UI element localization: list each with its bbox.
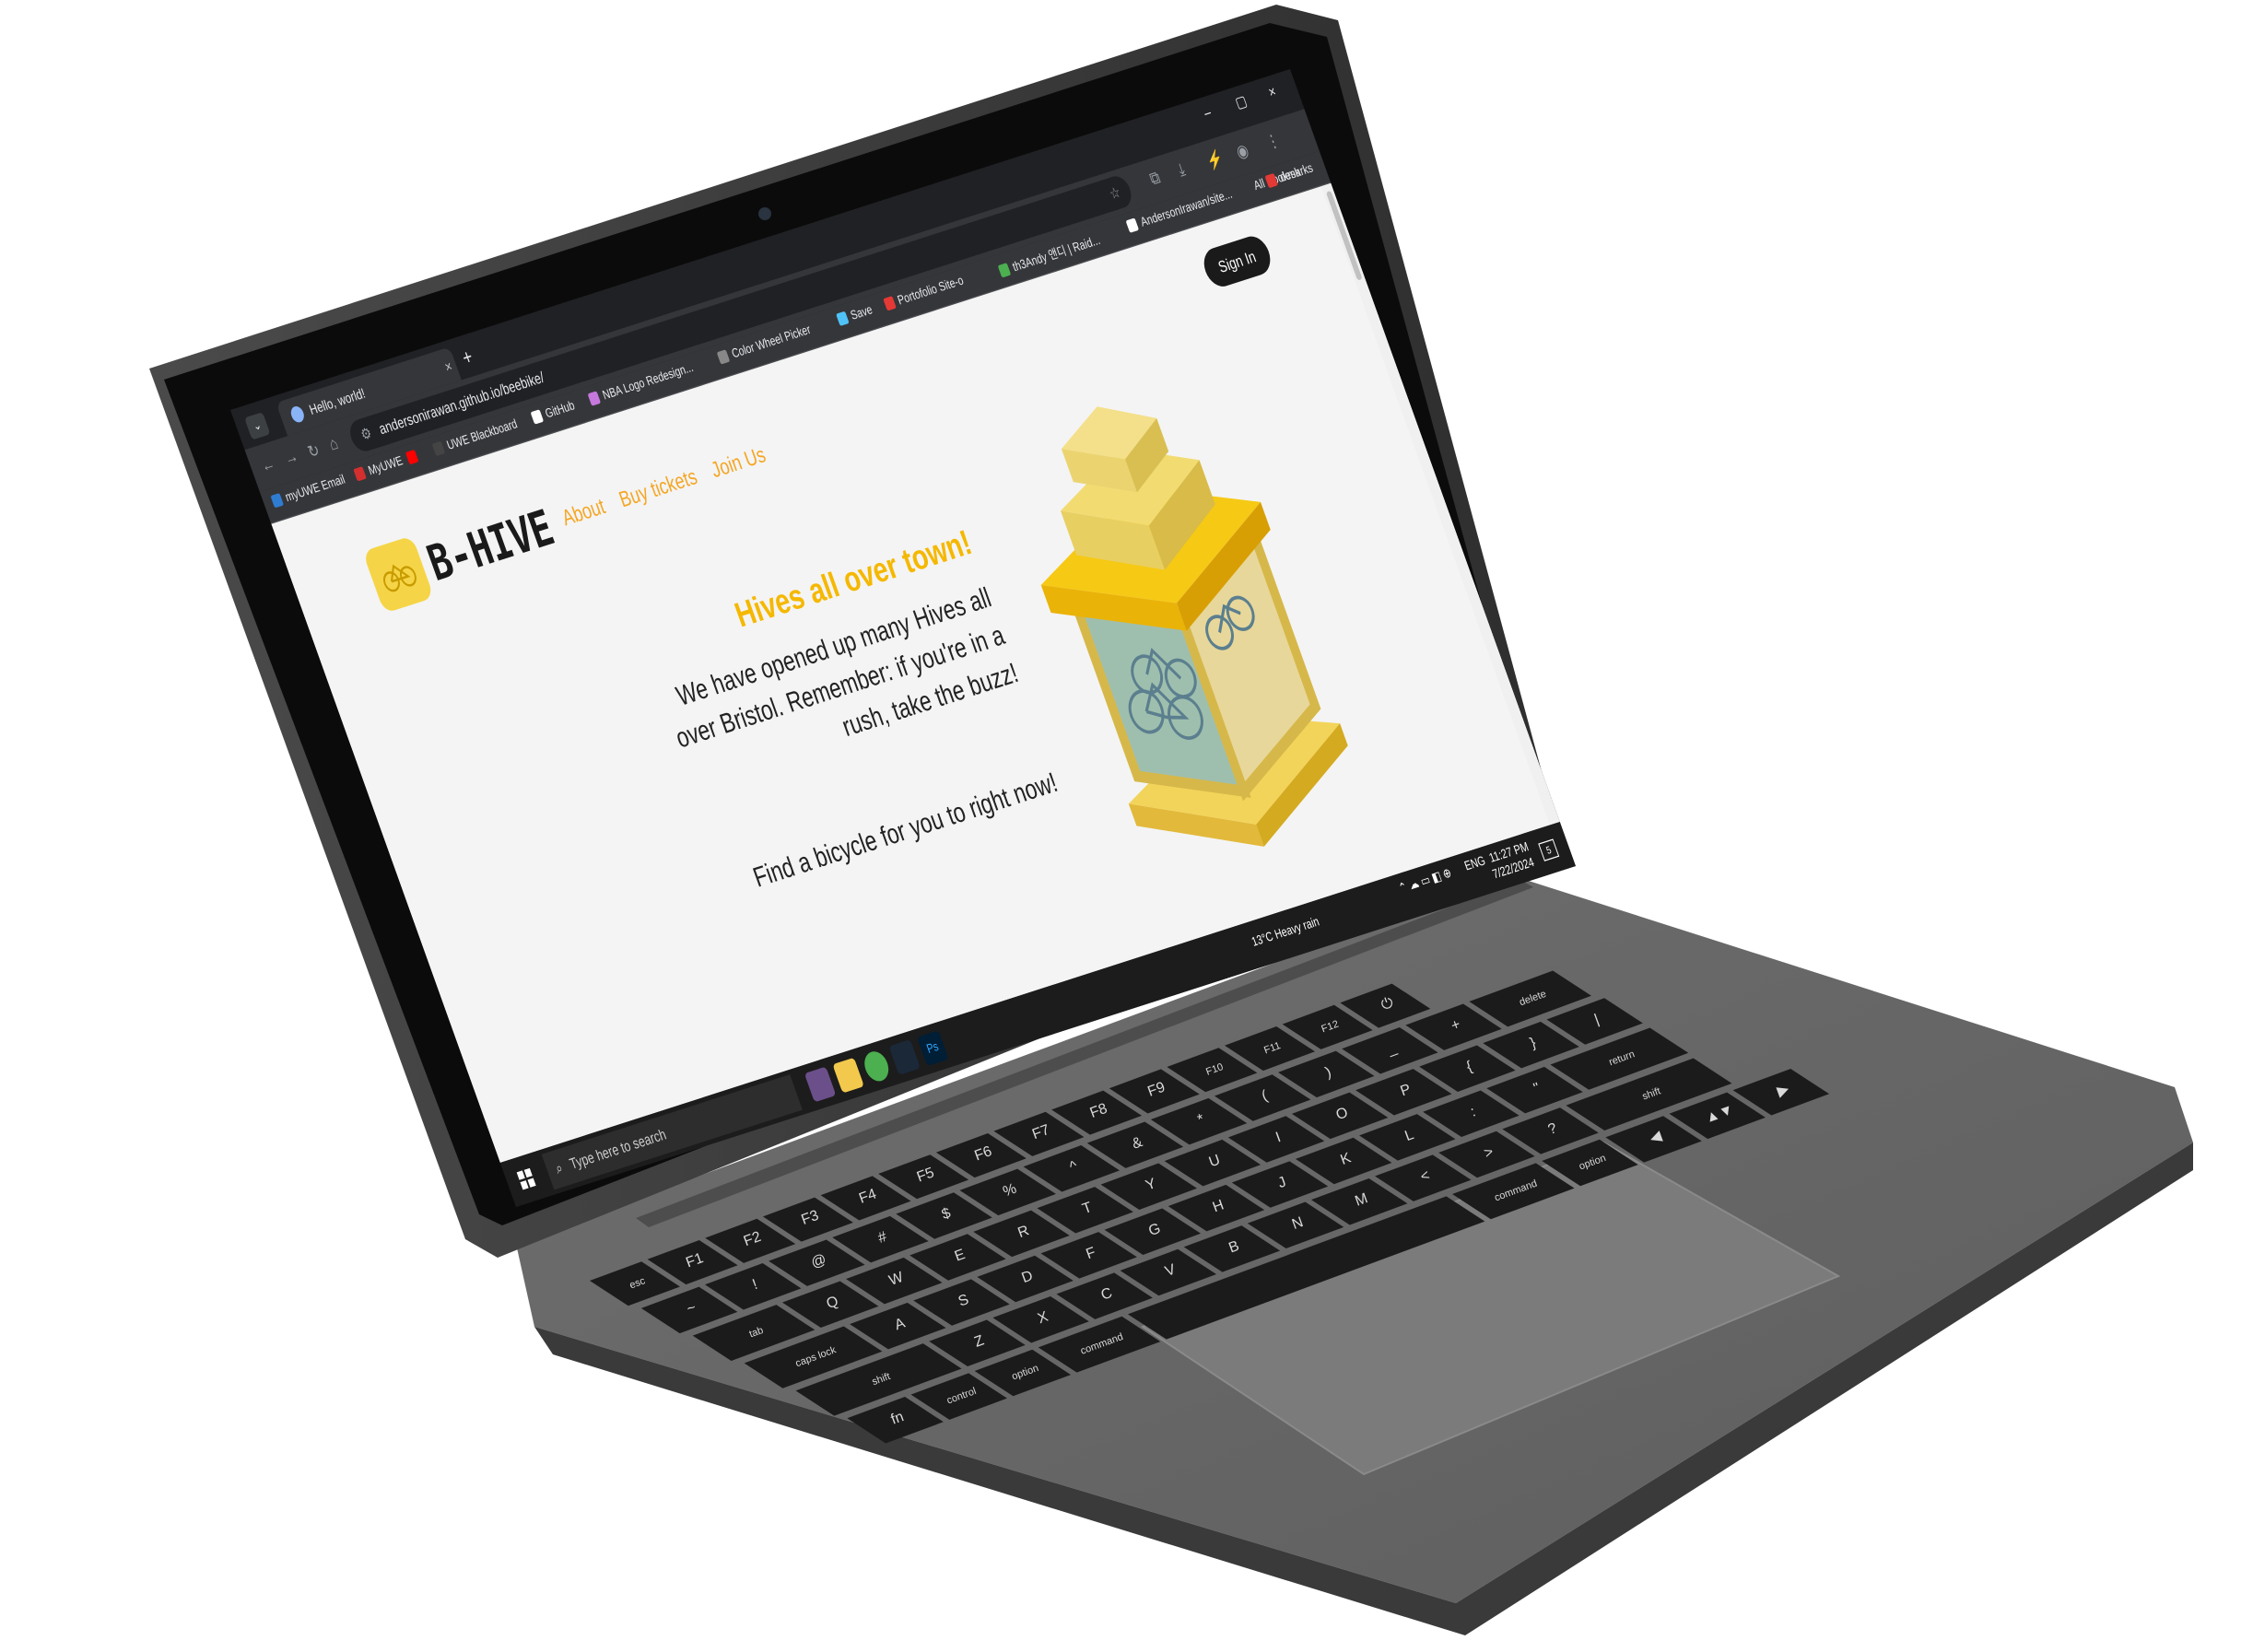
bookmark-label: desk: [1278, 165, 1303, 185]
bookmark-favicon-icon: [1125, 217, 1140, 233]
nav-join-us[interactable]: Join Us: [709, 443, 769, 484]
photoshop-icon[interactable]: Ps: [917, 1030, 949, 1067]
main-nav: About Buy tickets Join Us: [559, 439, 781, 533]
bookmark-item[interactable]: GitHub: [530, 398, 577, 426]
brand-name: B-HIVE: [420, 498, 561, 592]
tab-search-button[interactable]: ⌄: [244, 412, 271, 440]
bookmark-favicon-icon: [882, 296, 897, 311]
home-icon[interactable]: ⌂: [326, 433, 340, 454]
bookmark-favicon-icon: [405, 449, 419, 465]
bookmark-label: Save: [849, 302, 874, 323]
task-view-icon[interactable]: [804, 1066, 837, 1103]
minimize-button[interactable]: –: [1202, 103, 1214, 122]
windows-start-icon[interactable]: [516, 1167, 536, 1190]
back-arrow-icon[interactable]: ←: [259, 453, 278, 476]
maximize-button[interactable]: ▢: [1233, 91, 1250, 112]
bookmark-favicon-icon: [587, 391, 602, 406]
bookmark-favicon-icon: [270, 493, 285, 509]
sign-in-button[interactable]: Sign In: [1199, 232, 1275, 291]
file-explorer-icon[interactable]: [832, 1057, 864, 1094]
download-icon[interactable]: ⤓: [1176, 159, 1188, 180]
extensions-icon[interactable]: ⧉: [1147, 168, 1163, 190]
forward-arrow-icon[interactable]: →: [282, 446, 301, 469]
bookmark-favicon-icon: [530, 409, 545, 425]
bookmark-label: [418, 448, 423, 461]
language-indicator[interactable]: ENG: [1463, 854, 1488, 873]
bookmark-favicon-icon: [353, 466, 368, 482]
hero-cta: Find a bicycle for you to right now!: [749, 767, 1062, 895]
performance-icon[interactable]: ⚡: [1203, 147, 1226, 172]
notification-badge[interactable]: 5: [1538, 838, 1560, 861]
nav-about[interactable]: About: [559, 495, 609, 532]
search-icon: ⌕: [553, 1158, 566, 1177]
new-tab-button[interactable]: +: [459, 345, 475, 369]
bookmark-label: GitHub: [543, 398, 577, 422]
bookmark-label: MyUWE: [366, 453, 405, 479]
bookmark-favicon-icon: [997, 263, 1012, 278]
bicycle-logo-icon: [382, 564, 417, 592]
bookmark-item[interactable]: desk: [1264, 165, 1303, 190]
webcam: [758, 207, 771, 220]
bookmark-item[interactable]: MyUWE: [353, 454, 405, 483]
laptop-scene: esc F1 F2 F3 F4 F5 F6 F7 F8 F9 F10 F11 F12 ⏻ ~! @ # $% ^ & *…: [0, 0, 2253, 1652]
bookmark-item[interactable]: [405, 448, 424, 465]
bookmark-item[interactable]: Save: [835, 302, 874, 327]
close-window-button[interactable]: ×: [1266, 82, 1278, 100]
menu-icon[interactable]: ⋮: [1263, 129, 1283, 154]
bookmark-favicon-icon: [716, 349, 731, 365]
steam-icon[interactable]: [888, 1039, 921, 1075]
bookmark-favicon-icon: [431, 440, 446, 457]
globe-icon: [288, 404, 307, 425]
site-info-icon[interactable]: ⚙: [356, 417, 377, 451]
taskbar-clock[interactable]: 11:27 PM 7/22/2024: [1484, 839, 1536, 884]
profile-icon[interactable]: ◉: [1234, 139, 1251, 162]
bookmark-favicon-icon: [835, 310, 850, 327]
reload-icon[interactable]: ↻: [305, 439, 323, 463]
weather-widget[interactable]: 13°C Heavy rain: [1250, 915, 1321, 950]
bookmark-star-icon[interactable]: ☆: [1105, 176, 1126, 210]
chrome-icon[interactable]: [860, 1048, 893, 1084]
nav-buy-tickets[interactable]: Buy tickets: [616, 465, 701, 513]
